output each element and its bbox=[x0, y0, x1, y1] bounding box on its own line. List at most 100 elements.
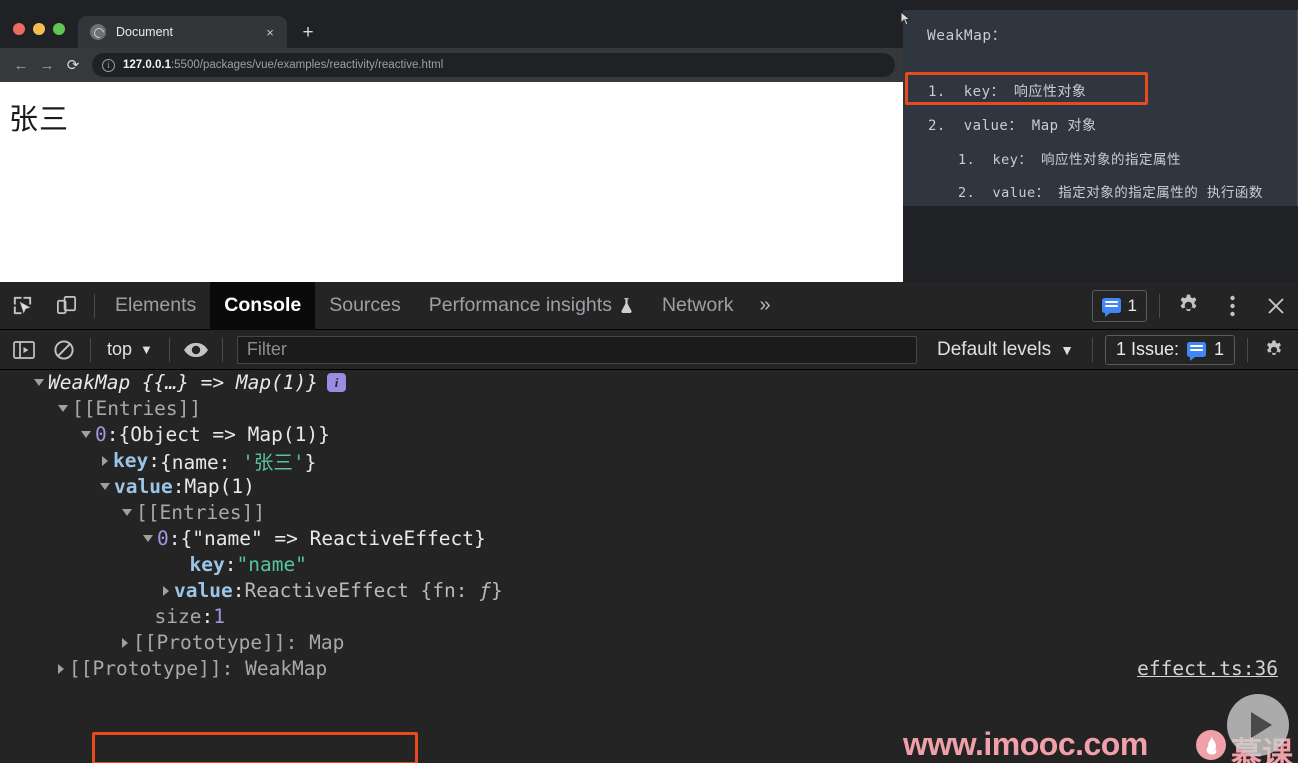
console-filter-bar: top ▼ Default levels ▼ 1 Issue: 1 bbox=[0, 330, 1298, 370]
disclosure-triangle-icon[interactable] bbox=[81, 431, 91, 438]
console-row-text: [[Prototype]]: WeakMap bbox=[69, 657, 328, 680]
overlay-item-text: value： Map 对象 bbox=[963, 118, 1097, 134]
console-row[interactable]: [[Prototype]]: Map bbox=[122, 630, 344, 655]
disclosure-triangle-icon[interactable] bbox=[102, 455, 108, 466]
disclosure-triangle-icon[interactable] bbox=[122, 509, 132, 516]
console-row[interactable]: 0: {Object => Map(1)} bbox=[81, 422, 330, 447]
divider bbox=[168, 337, 170, 362]
console-row-sep: : bbox=[224, 553, 237, 576]
window-controls bbox=[13, 23, 65, 35]
devtools-tab-bar: Elements Console Sources Performance ins… bbox=[0, 281, 1298, 330]
browser-tab[interactable]: Document × bbox=[78, 16, 287, 48]
issues-number: 1 bbox=[1213, 339, 1224, 359]
console-highlight-box bbox=[92, 732, 418, 763]
page-viewport: 张三 bbox=[0, 82, 903, 282]
disclosure-triangle-icon[interactable] bbox=[34, 379, 44, 386]
disclosure-triangle-icon[interactable] bbox=[58, 405, 68, 412]
console-row-text: {"name" => ReactiveEffect} bbox=[180, 527, 486, 550]
filter-input[interactable] bbox=[236, 335, 918, 364]
tab-label: Network bbox=[661, 294, 734, 316]
log-levels-label: Default levels bbox=[937, 338, 1052, 360]
console-row-text: [[Entries]] bbox=[136, 501, 266, 524]
minimize-window-button[interactable] bbox=[33, 23, 45, 35]
overlay-item-number: 2. bbox=[958, 185, 976, 201]
tab-console[interactable]: Console bbox=[210, 281, 316, 330]
execution-context-label: top bbox=[107, 339, 133, 359]
console-row[interactable]: key: {name: '张三'} bbox=[102, 448, 317, 474]
gear-icon[interactable] bbox=[1166, 282, 1210, 330]
back-icon[interactable]: ← bbox=[8, 52, 34, 78]
close-icon[interactable]: × bbox=[261, 23, 279, 41]
console-row[interactable]: [[Entries]] bbox=[58, 396, 201, 421]
more-tabs-icon[interactable]: » bbox=[747, 294, 782, 317]
tab-label: Console bbox=[224, 294, 302, 316]
console-row-sep: : bbox=[106, 423, 119, 446]
live-expression-eye-icon[interactable] bbox=[176, 330, 216, 370]
clear-console-icon[interactable] bbox=[44, 330, 84, 370]
console-row-text: [[Entries]] bbox=[72, 397, 202, 420]
console-row-key: key bbox=[189, 553, 225, 576]
console-row[interactable]: size: 1 bbox=[143, 604, 225, 629]
overlay-item-text: key： 响应性对象的指定属性 bbox=[992, 152, 1182, 168]
console-sidebar-icon[interactable] bbox=[4, 330, 44, 370]
tab-network[interactable]: Network bbox=[648, 282, 748, 330]
device-toolbar-icon[interactable] bbox=[44, 282, 88, 330]
overlay-list-item: 1. key： 响应性对象 bbox=[928, 81, 1086, 101]
overlay-item-number: 1. bbox=[928, 84, 946, 100]
log-levels-selector[interactable]: Default levels ▼ bbox=[925, 339, 1086, 361]
console-row-sep: : bbox=[172, 475, 185, 498]
url-path: :5500/packages/vue/examples/reactivity/r… bbox=[170, 59, 444, 71]
kebab-menu-icon[interactable] bbox=[1210, 282, 1254, 330]
forward-icon[interactable]: → bbox=[34, 52, 60, 78]
disclosure-triangle-icon[interactable] bbox=[163, 585, 169, 596]
tab-label: Elements bbox=[115, 294, 197, 316]
console-row[interactable]: [[Entries]] bbox=[122, 500, 265, 525]
watermark-url: www.imooc.com bbox=[903, 726, 1148, 762]
console-source-link[interactable]: effect.ts:36 bbox=[1137, 657, 1278, 680]
disclosure-triangle-icon[interactable] bbox=[143, 535, 153, 542]
console-row-sep: : bbox=[232, 579, 245, 602]
address-bar[interactable]: i 127.0.0.1:5500/packages/vue/examples/r… bbox=[92, 53, 895, 77]
divider bbox=[1247, 337, 1248, 362]
flame-icon bbox=[1196, 730, 1226, 760]
overlay-item-number: 2. bbox=[928, 118, 946, 134]
console-row-key: size bbox=[154, 605, 202, 628]
issues-counter-button[interactable]: 1 Issue: 1 bbox=[1104, 334, 1235, 365]
disclosure-triangle-icon[interactable] bbox=[122, 637, 128, 648]
console-row[interactable]: WeakMap {{…} => Map(1)} i bbox=[34, 370, 347, 395]
disclosure-triangle-icon[interactable] bbox=[58, 663, 64, 674]
mouse-cursor-icon bbox=[900, 11, 912, 26]
console-row[interactable]: 0: {"name" => ReactiveEffect} bbox=[143, 526, 486, 551]
console-row-text: Map(1) bbox=[184, 475, 255, 498]
chevron-down-icon: ▼ bbox=[1060, 341, 1074, 358]
execution-context-selector[interactable]: top ▼ bbox=[97, 339, 163, 360]
new-tab-button[interactable]: + bbox=[297, 21, 319, 43]
disclosure-triangle-icon[interactable] bbox=[100, 483, 110, 490]
url-host: 127.0.0.1 bbox=[123, 59, 171, 71]
issues-badge[interactable]: 1 bbox=[1091, 289, 1147, 322]
tab-performance-insights[interactable]: Performance insights bbox=[415, 282, 648, 330]
console-row[interactable]: [[Prototype]]: WeakMap bbox=[58, 656, 327, 681]
console-row[interactable]: key: "name" bbox=[178, 552, 307, 577]
tab-title: Document bbox=[116, 25, 173, 39]
maximize-window-button[interactable] bbox=[53, 23, 65, 35]
console-row[interactable]: value: Map(1) bbox=[100, 474, 255, 499]
close-icon[interactable] bbox=[1254, 282, 1298, 330]
reload-icon[interactable]: ⟳ bbox=[60, 52, 86, 78]
console-settings-gear-icon[interactable] bbox=[1254, 330, 1294, 370]
overlay-list-item: 2. value： Map 对象 bbox=[928, 115, 1097, 135]
overlay-item-number: 1. bbox=[958, 152, 976, 168]
info-icon[interactable]: i bbox=[327, 373, 347, 392]
tab-elements[interactable]: Elements bbox=[101, 282, 210, 330]
console-row-sep: : bbox=[201, 605, 214, 628]
inspect-element-icon[interactable] bbox=[0, 282, 44, 330]
console-row[interactable]: value: ReactiveEffect {fn: ƒ} bbox=[163, 578, 503, 603]
overlay-list-item: 2. value： 指定对象的指定属性的 执行函数 bbox=[958, 181, 1263, 201]
play-icon[interactable] bbox=[1227, 694, 1289, 756]
console-row-text: {name: '张三'} bbox=[159, 451, 317, 474]
console-output: WeakMap {{…} => Map(1)} i [[Entries]] 0: … bbox=[0, 370, 1298, 715]
site-info-icon[interactable]: i bbox=[102, 58, 115, 72]
console-row-key: 0 bbox=[157, 527, 169, 550]
tab-sources[interactable]: Sources bbox=[315, 282, 415, 330]
close-window-button[interactable] bbox=[13, 23, 25, 35]
